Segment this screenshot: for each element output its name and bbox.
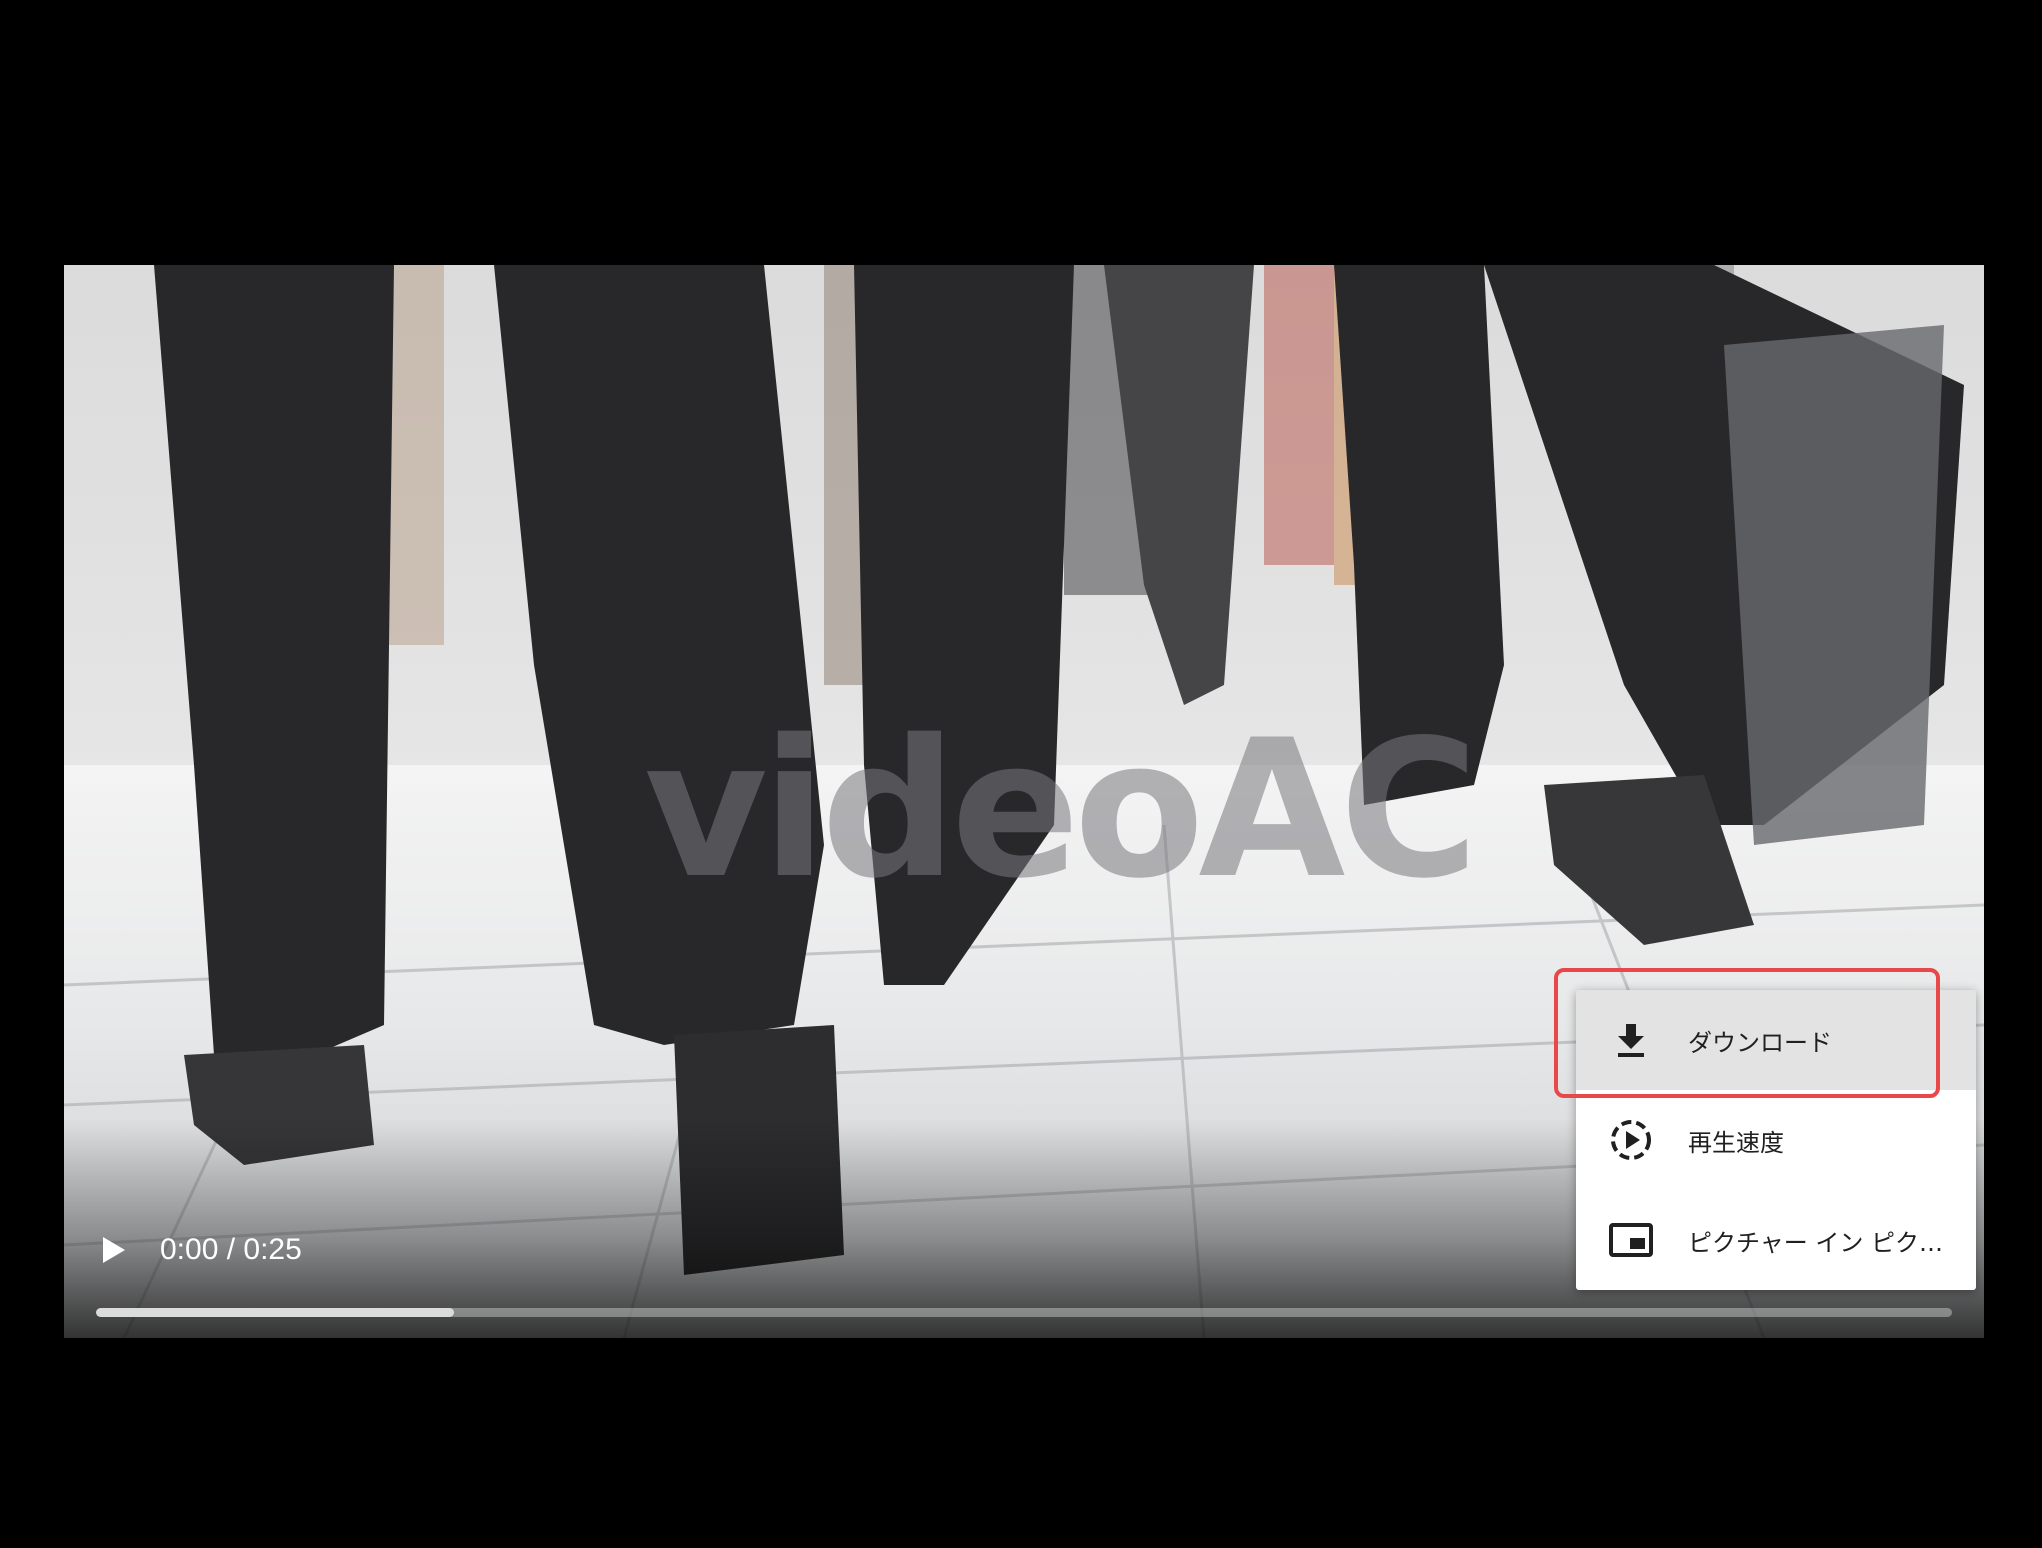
- watermark-logo: videoAC: [644, 699, 1479, 920]
- time-display: 0:00 / 0:25: [160, 1233, 302, 1266]
- menu-item-label: ダウンロード: [1688, 1028, 1832, 1057]
- menu-item-label: ピクチャー イン ピクチャー: [1688, 1228, 1948, 1257]
- screen: videoAC 0:00 / 0:25 ダウンロード 再生速度 ピクチャー イン…: [0, 0, 2042, 1548]
- progress-buffered: [96, 1308, 455, 1317]
- play-button[interactable]: [94, 1230, 134, 1270]
- picture-in-picture-icon: [1606, 1215, 1656, 1265]
- menu-item-label: 再生速度: [1688, 1128, 1784, 1157]
- play-icon: [103, 1237, 125, 1263]
- playback-speed-icon: [1606, 1115, 1656, 1165]
- progress-bar[interactable]: [96, 1308, 1952, 1317]
- menu-item-playback-speed[interactable]: 再生速度: [1576, 1090, 1976, 1190]
- menu-item-download[interactable]: ダウンロード: [1576, 990, 1976, 1090]
- download-icon: [1606, 1015, 1656, 1065]
- menu-item-picture-in-picture[interactable]: ピクチャー イン ピクチャー: [1576, 1190, 1976, 1290]
- options-menu: ダウンロード 再生速度 ピクチャー イン ピクチャー: [1576, 990, 1976, 1290]
